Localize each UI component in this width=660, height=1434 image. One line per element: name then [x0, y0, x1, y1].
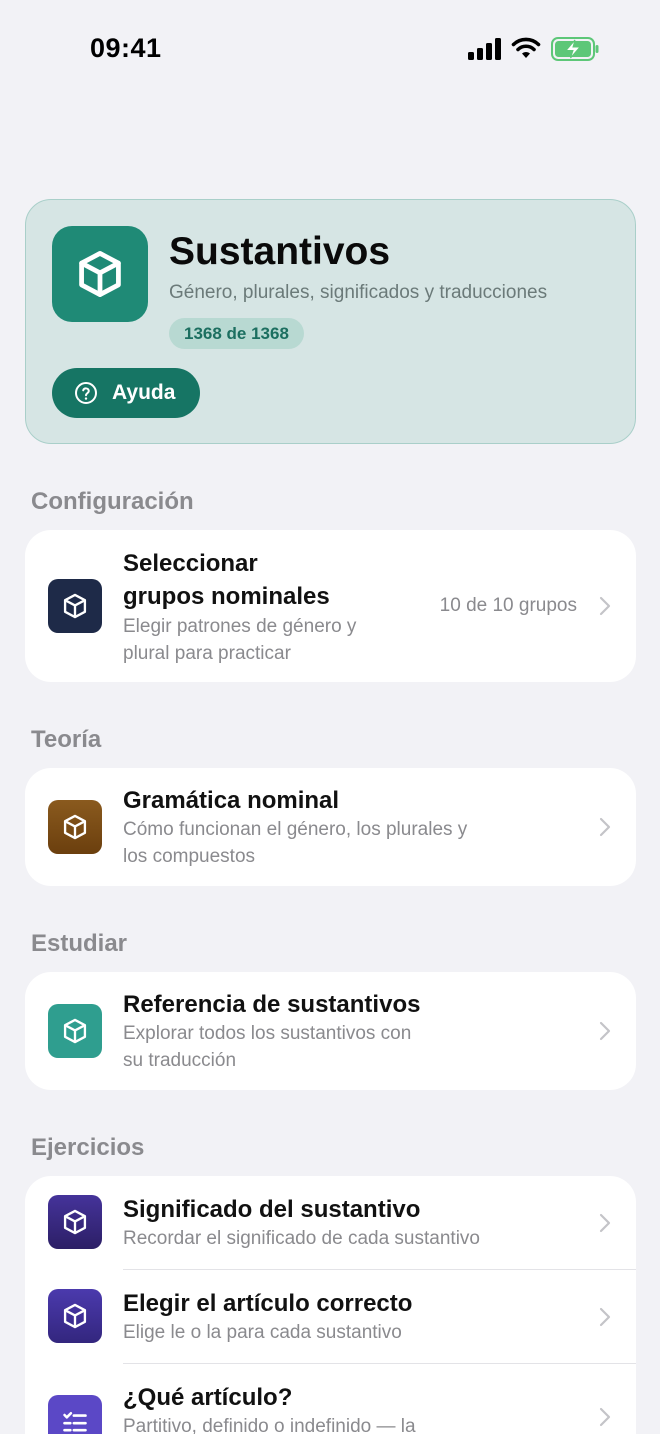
cube-icon: [63, 1018, 87, 1044]
cube-icon: [79, 251, 121, 297]
chevron-right-icon: [599, 1213, 611, 1233]
cube-icon: [63, 1209, 87, 1235]
row-description: Cómo funcionan el género, los plurales y: [123, 819, 468, 840]
row-description-line2: plural para practicar: [123, 643, 291, 664]
row-title: Seleccionar: [123, 550, 258, 577]
row-icon-tile: [48, 1195, 102, 1249]
chevron-right-icon: [599, 1307, 611, 1327]
row-description-line2: su traducción: [123, 1050, 237, 1071]
row-icon-tile: [48, 1289, 102, 1343]
select-noun-groups-row[interactable]: Seleccionar grupos nominales Elegir patr…: [25, 530, 636, 682]
theory-card: Gramática nominal Cómo funcionan el géne…: [25, 768, 636, 886]
chevron-right-icon: [599, 817, 611, 837]
row-description: Recordar el significado de cada sustanti…: [123, 1228, 480, 1249]
page-title: Sustantivos: [169, 230, 391, 273]
battery-charging-icon: [551, 37, 599, 61]
section-title-theory: Teoría: [31, 726, 102, 753]
section-title-config: Configuración: [31, 488, 194, 515]
row-description: Partitivo, definido o indefinido — la: [123, 1416, 416, 1434]
help-button[interactable]: Ayuda: [52, 368, 200, 418]
noun-reference-row[interactable]: Referencia de sustantivos Explorar todos…: [25, 972, 636, 1090]
chevron-right-icon: [599, 596, 611, 616]
row-title-line2: grupos nominales: [123, 583, 330, 610]
study-card: Referencia de sustantivos Explorar todos…: [25, 972, 636, 1090]
groups-count: 10 de 10 grupos: [439, 595, 577, 616]
row-icon-tile: [48, 1004, 102, 1058]
row-icon-tile: [48, 1395, 102, 1434]
cube-icon: [63, 593, 87, 619]
cube-icon: [63, 814, 87, 840]
help-button-label: Ayuda: [112, 381, 176, 404]
row-description: Explorar todos los sustantivos con: [123, 1023, 412, 1044]
row-icon-tile: [48, 579, 102, 633]
page-subtitle: Género, plurales, significados y traducc…: [169, 282, 548, 303]
chevron-right-icon: [599, 1021, 611, 1041]
exercise-row-article[interactable]: Elegir el artículo correcto Elige le o l…: [25, 1270, 636, 1363]
section-title-exercises: Ejercicios: [31, 1134, 145, 1161]
cube-icon: [63, 1303, 87, 1329]
noun-grammar-row[interactable]: Gramática nominal Cómo funcionan el géne…: [25, 768, 636, 886]
status-bar: 09:41: [0, 0, 660, 96]
chevron-right-icon: [599, 1407, 611, 1427]
exercise-row-meaning[interactable]: Significado del sustantivo Recordar el s…: [25, 1176, 636, 1269]
hero-app-icon: [52, 226, 148, 322]
checklist-icon: [63, 1411, 87, 1432]
progress-badge: 1368 de 1368: [169, 318, 304, 349]
config-card: Seleccionar grupos nominales Elegir patr…: [25, 530, 636, 682]
row-description: Elegir patrones de género y: [123, 616, 357, 637]
exercise-row-which-article[interactable]: ¿Qué artículo? Partitivo, definido o ind…: [25, 1364, 636, 1434]
cellular-signal-icon: [468, 38, 501, 60]
hero-card: Sustantivos Género, plurales, significad…: [25, 199, 636, 444]
row-title: ¿Qué artículo?: [123, 1384, 293, 1411]
exercises-card: Significado del sustantivo Recordar el s…: [25, 1176, 636, 1434]
section-title-study: Estudiar: [31, 930, 128, 957]
status-time: 09:41: [90, 33, 162, 63]
wifi-icon: [511, 37, 541, 58]
row-description: Elige le o la para cada sustantivo: [123, 1322, 402, 1343]
row-title: Referencia de sustantivos: [123, 991, 421, 1018]
help-circle-icon: [75, 382, 97, 404]
row-icon-tile: [48, 800, 102, 854]
row-title: Significado del sustantivo: [123, 1196, 421, 1223]
row-description-line2: los compuestos: [123, 846, 256, 867]
row-title: Gramática nominal: [123, 787, 340, 814]
row-title: Elegir el artículo correcto: [123, 1290, 413, 1317]
